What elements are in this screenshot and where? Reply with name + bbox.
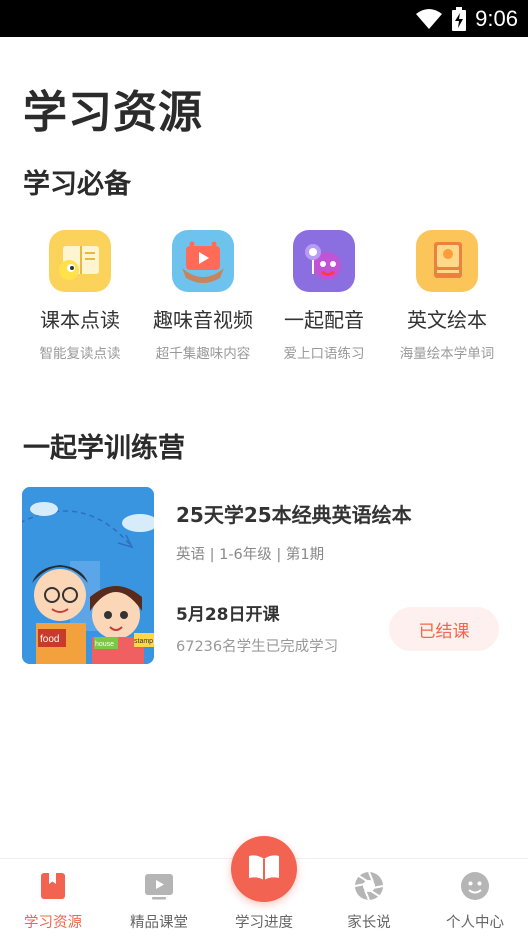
textbook-reading-icon [49, 230, 111, 292]
status-bar: 9:06 [0, 0, 528, 37]
nav-label: 学习资源 [24, 915, 82, 931]
section-title-camp: 一起学训练营 [23, 433, 185, 464]
feature-grid: 课本点读 智能复读点读 趣味音视频 超千集趣味内容 一起配音 爱上口语练习 英文… [0, 226, 528, 366]
nav-label: 学习进度 [235, 915, 293, 931]
feature-textbook-reading[interactable]: 课本点读 智能复读点读 [14, 226, 146, 362]
nav-item-profile[interactable]: 个人中心 [422, 859, 528, 940]
bookmark-book-icon [38, 871, 68, 901]
feature-subtitle: 海量绘本学单词 [399, 346, 495, 362]
course-start-date: 5月28日开课 [176, 605, 280, 625]
feature-fun-video[interactable]: 趣味音视频 超千集趣味内容 [137, 226, 269, 362]
feature-subtitle: 爱上口语练习 [283, 346, 365, 362]
picture-book-icon [416, 230, 478, 292]
feature-label: 英文绘本 [407, 308, 487, 332]
dubbing-microphone-icon [293, 230, 355, 292]
wifi-icon [416, 8, 443, 29]
course-status-button[interactable]: 已结课 [389, 607, 499, 651]
nav-label: 个人中心 [446, 915, 504, 931]
status-time: 9:06 [475, 5, 518, 31]
nav-label: 精品课堂 [130, 915, 188, 931]
nav-center-button[interactable] [231, 836, 297, 902]
aperture-icon [354, 871, 384, 901]
feature-dubbing[interactable]: 一起配音 爱上口语练习 [258, 226, 390, 362]
course-meta: 英语 | 1-6年级 | 第1期 [176, 547, 325, 563]
course-card[interactable]: food house stamp 25天学25本经典英语绘本 英语 | 1-6年… [22, 487, 506, 667]
video-play-icon [172, 230, 234, 292]
nav-item-resources[interactable]: 学习资源 [0, 859, 106, 940]
feature-label: 趣味音视频 [153, 308, 253, 332]
feature-picture-book[interactable]: 英文绘本 海量绘本学单词 [381, 226, 513, 362]
video-screen-icon [144, 871, 174, 901]
nav-item-courses[interactable]: 精品课堂 [106, 859, 212, 940]
cover-text-food: food [40, 634, 59, 645]
feature-label: 一起配音 [284, 308, 364, 332]
nav-item-parents[interactable]: 家长说 [316, 859, 422, 940]
open-book-icon [247, 852, 281, 886]
feature-subtitle: 超千集趣味内容 [155, 346, 251, 362]
cover-text-stamp: stamp [134, 638, 153, 645]
page-title: 学习资源 [23, 87, 203, 138]
course-title: 25天学25本经典英语绘本 [176, 503, 412, 527]
section-title-essentials: 学习必备 [23, 169, 131, 200]
smiley-face-icon [460, 871, 490, 901]
feature-subtitle: 智能复读点读 [39, 346, 121, 362]
course-cover-image: food house stamp [22, 487, 154, 664]
course-completion-count: 67236名学生已完成学习 [176, 639, 339, 655]
nav-label: 家长说 [347, 915, 391, 931]
status-icons: 9:06 [415, 0, 518, 37]
feature-label: 课本点读 [40, 308, 120, 332]
cover-text-house: house [95, 641, 114, 648]
battery-charging-icon [452, 6, 467, 31]
